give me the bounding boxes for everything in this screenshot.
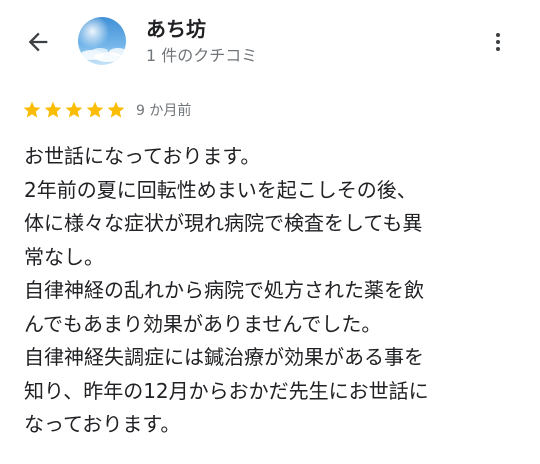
review-text-line: んでもあまり効果がありませんでした。 [24, 311, 382, 336]
back-button[interactable] [22, 26, 54, 58]
more-vert-icon [496, 33, 500, 51]
star-icon [65, 101, 83, 118]
more-options-button[interactable] [486, 26, 510, 58]
review-text-line: なっております。 [24, 412, 181, 436]
reviewer-name[interactable]: あち坊 [146, 13, 206, 42]
arrow-back-icon [28, 32, 48, 52]
sky-avatar-image [78, 17, 126, 65]
review-text-line: 2年前の夏に回転性めまいを起こしその後、 [24, 177, 417, 202]
review-text-line: 知り、昨年の12月からおかだ先生にお世話に [24, 378, 429, 403]
review-time: 9 か月前 [136, 103, 192, 119]
rating-row: 9 か月前 [22, 98, 191, 122]
review-text: お世話になっております。 2年前の夏に回転性めまいを起こしその後、 体に様々な症状が… [24, 140, 524, 442]
star-icon [107, 101, 125, 118]
review-text-line: 自律神経失調症には鍼治療が効果がある事を [24, 345, 424, 369]
review-text-line: お世話になっております。 [24, 144, 261, 168]
avatar[interactable] [78, 17, 126, 65]
review-text-line: 体に様々な症状が現れ病院で検査をしても異 [24, 211, 423, 235]
review-text-line: 自律神経の乱れから病院で処方された薬を飲 [24, 278, 424, 302]
star-rating [22, 100, 126, 120]
review-header: あち坊 1 件のクチコミ [0, 0, 540, 82]
review-text-line: 常なし。 [24, 244, 104, 269]
star-icon [23, 101, 41, 118]
star-icon [44, 101, 62, 118]
reviewer-review-count: 1 件のクチコミ [146, 46, 258, 65]
star-icon [86, 101, 104, 118]
